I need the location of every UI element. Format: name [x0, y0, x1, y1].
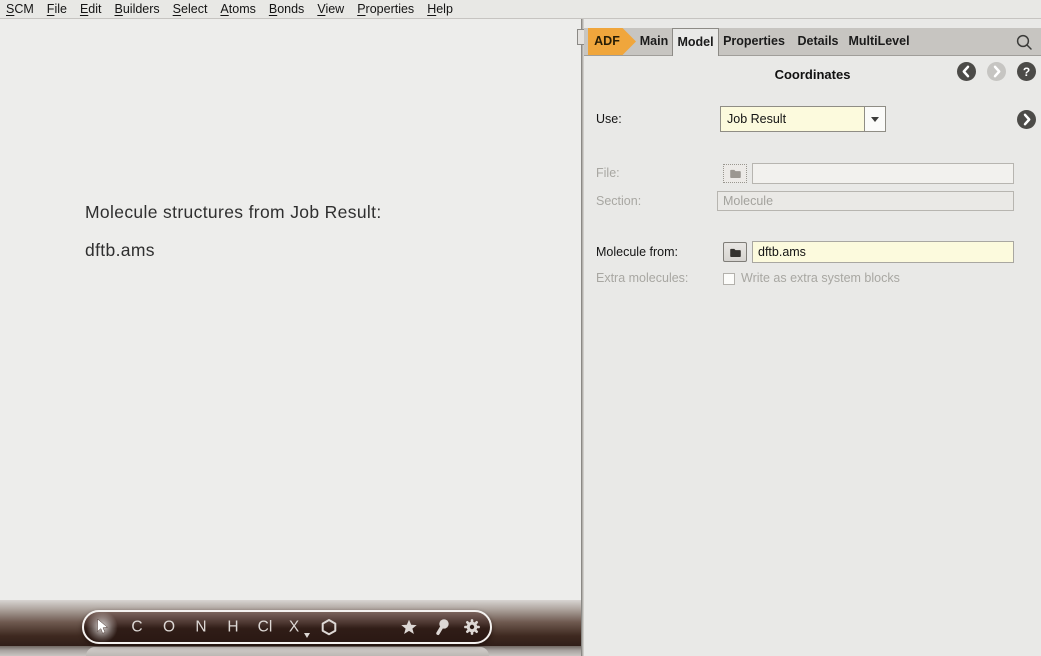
tab-properties[interactable]: Properties — [718, 28, 790, 55]
tool-hydrogen[interactable]: H — [227, 619, 238, 635]
tab-main[interactable]: Main — [634, 28, 674, 55]
input-panel: ADF Main Model Properties Details MultiL… — [584, 19, 1041, 656]
back-icon[interactable] — [957, 62, 976, 81]
menu-builders[interactable]: Builders — [115, 2, 160, 16]
menu-file[interactable]: File — [47, 2, 67, 16]
file-label: File: — [596, 163, 620, 184]
extra-molecules-checkbox — [723, 273, 735, 285]
gear-icon[interactable] — [464, 619, 481, 636]
viewport-filename: dftb.ams — [85, 240, 155, 261]
star-icon[interactable] — [401, 619, 418, 635]
menu-help[interactable]: Help — [427, 2, 453, 16]
section-label: Section: — [596, 191, 641, 211]
menu-edit[interactable]: Edit — [80, 2, 102, 16]
menu-atoms[interactable]: Atoms — [220, 2, 255, 16]
menu-view[interactable]: View — [317, 2, 344, 16]
molecule-from-field[interactable]: dftb.ams — [752, 241, 1014, 263]
menu-bonds[interactable]: Bonds — [269, 2, 304, 16]
tool-nitrogen[interactable]: N — [195, 619, 206, 635]
tab-multilevel[interactable]: MultiLevel — [842, 28, 916, 55]
search-tool-icon[interactable] — [434, 619, 450, 636]
dropdown-arrow-icon[interactable] — [864, 107, 885, 131]
menu-scm[interactable]: SCM — [6, 2, 34, 16]
tab-details[interactable]: Details — [792, 28, 844, 55]
tool-carbon[interactable]: C — [131, 619, 142, 635]
atom-toolbar: C O N H Cl X — [82, 610, 492, 644]
file-browse-button — [723, 164, 747, 183]
benzene-ring-icon[interactable] — [321, 619, 338, 636]
adf-input-window: { "menubar": { "items": [ {"first": "S",… — [0, 0, 1041, 656]
tab-model[interactable]: Model — [672, 28, 719, 56]
use-value: Job Result — [721, 107, 864, 131]
viewport-message: Molecule structures from Job Result: — [85, 202, 382, 223]
menu-bar: SCM File Edit Builders Select Atoms Bond… — [0, 0, 1041, 19]
element-x-dropdown-icon[interactable] — [304, 633, 310, 641]
tool-element-x[interactable]: X — [289, 619, 299, 635]
extra-molecules-label: Extra molecules: — [596, 271, 688, 285]
toolbar-reflection — [86, 647, 489, 656]
tool-oxygen[interactable]: O — [163, 619, 175, 635]
section-field: Molecule — [717, 191, 1014, 211]
forward-icon — [987, 62, 1006, 81]
file-field — [752, 163, 1014, 184]
extra-molecules-checkbox-label: Write as extra system blocks — [741, 271, 900, 285]
search-icon[interactable] — [1014, 32, 1034, 52]
molecule-browse-button[interactable] — [723, 242, 747, 262]
menu-select[interactable]: Select — [173, 2, 208, 16]
molecule-viewport[interactable]: Molecule structures from Job Result: dft… — [0, 19, 581, 656]
use-combobox[interactable]: Job Result — [720, 106, 886, 132]
molecule-from-label: Molecule from: — [596, 241, 678, 263]
menu-properties[interactable]: Properties — [357, 2, 414, 16]
tool-chlorine[interactable]: Cl — [258, 619, 273, 635]
next-panel-icon[interactable] — [1017, 110, 1036, 129]
help-icon[interactable]: ? — [1017, 62, 1036, 81]
pointer-icon[interactable] — [95, 619, 110, 636]
tab-adf[interactable]: ADF — [588, 28, 636, 55]
use-label: Use: — [596, 106, 622, 132]
panel-tab-bar: ADF Main Model Properties Details MultiL… — [584, 28, 1041, 56]
